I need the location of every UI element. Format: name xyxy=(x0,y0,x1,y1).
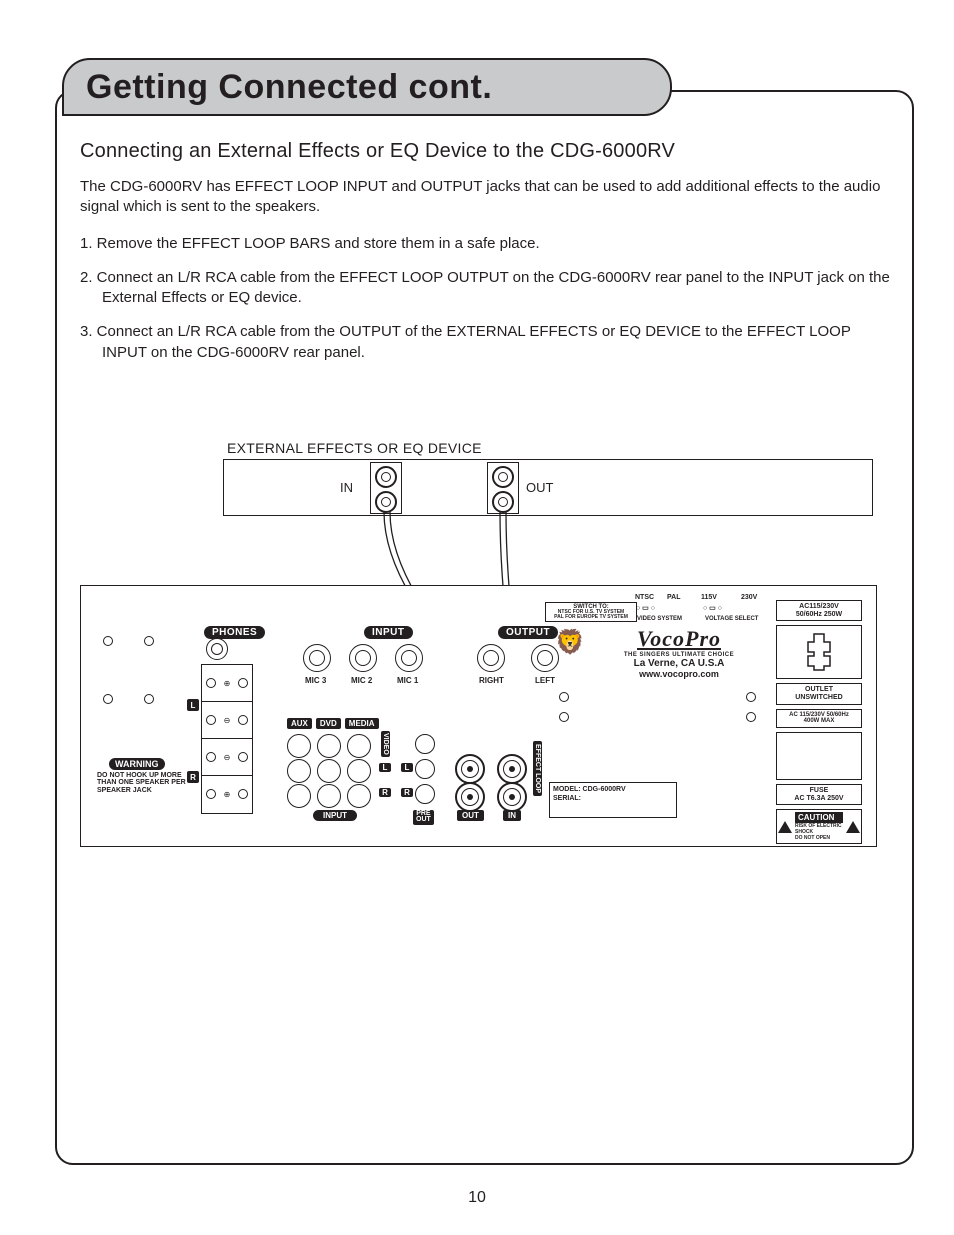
mic3-jack xyxy=(303,644,331,672)
input-tabs: AUX DVD MEDIA xyxy=(287,718,379,729)
video-vertical-label: VIDEO xyxy=(381,731,390,757)
in-label-panel: IN xyxy=(503,810,521,821)
connection-diagram: EXTERNAL EFFECTS OR EQ DEVICE IN OUT xyxy=(80,440,875,860)
mic1-jack xyxy=(395,644,423,672)
effect-loop-out-l xyxy=(455,754,485,784)
intro-paragraph: The CDG-6000RV has EFFECT LOOP INPUT and… xyxy=(80,177,894,218)
pre-out-label: PREOUT xyxy=(413,810,434,825)
section-title-tab: Getting Connected cont. xyxy=(62,58,672,116)
mic3-label: MIC 3 xyxy=(305,676,326,685)
model-serial-box: MODEL: CDG-6000RV SERIAL: xyxy=(549,782,677,818)
out-label: OUT xyxy=(457,810,484,821)
right-label: RIGHT xyxy=(479,676,504,685)
warning-text: DO NOT HOOK UP MORE THAN ONE SPEAKER PER… xyxy=(97,772,189,794)
warning-badge: WARNING xyxy=(109,758,165,770)
phones-jack xyxy=(206,638,228,660)
preout-l: L xyxy=(401,763,413,772)
preout-col xyxy=(415,734,435,754)
external-device-label: EXTERNAL EFFECTS OR EQ DEVICE xyxy=(227,440,482,456)
video-input-row xyxy=(287,734,371,758)
subheading: Connecting an External Effects or EQ Dev… xyxy=(80,140,894,163)
shock-icon xyxy=(778,821,792,833)
fuse-label: FUSE AC T6.3A 250V xyxy=(776,784,862,805)
phones-label: PHONES xyxy=(204,626,265,639)
dvd-tab: DVD xyxy=(316,718,341,729)
rear-panel: PHONES INPUT OUTPUT MIC 3 MIC 2 MIC 1 RI… xyxy=(80,585,877,847)
input-label: INPUT xyxy=(364,626,413,639)
ac-outlet xyxy=(776,625,862,679)
outlet-label: OUTLET UNSWITCHED xyxy=(776,683,862,704)
effect-loop-out-r xyxy=(455,782,485,812)
ntsc-label: NTSC xyxy=(635,594,654,601)
power-rating: AC115/230V 50/60Hz 250W xyxy=(776,600,862,621)
page-number: 10 xyxy=(0,1189,954,1207)
caution-sub: RISK OF ELECTRIC SHOCK DO NOT OPEN xyxy=(795,823,843,841)
input-bottom-label: INPUT xyxy=(313,810,357,821)
step-1: 1. Remove the EFFECT LOOP BARS and store… xyxy=(80,234,894,254)
left-label: LEFT xyxy=(535,676,555,685)
effect-loop-in-r xyxy=(497,782,527,812)
brand-address: La Verne, CA U.S.A xyxy=(579,658,779,669)
caution-row: CAUTION RISK OF ELECTRIC SHOCK DO NOT OP… xyxy=(776,809,862,844)
model-label: MODEL: CDG-6000RV xyxy=(553,785,673,794)
ext-out-jacks xyxy=(487,462,519,514)
l-input-row xyxy=(287,759,371,783)
serial-label: SERIAL: xyxy=(553,794,673,803)
voltage-select-label: VOLTAGE SELECT xyxy=(705,616,758,622)
v115-label: 115V xyxy=(701,594,717,601)
r-input-row xyxy=(287,784,371,808)
input-r-box: R xyxy=(379,788,391,797)
preout-r: R xyxy=(401,788,413,797)
v230-label: 230V xyxy=(741,594,757,601)
effect-loop-in-l xyxy=(497,754,527,784)
mic1-label: MIC 1 xyxy=(397,676,418,685)
warning-icon xyxy=(846,821,860,833)
brand-logo-block: 🦁 VocoPro THE SINGERS ULTIMATE CHOICE La… xyxy=(579,626,779,679)
pal-label: PAL xyxy=(667,594,680,601)
media-tab: MEDIA xyxy=(345,718,379,729)
step-2: 2. Connect an L/R RCA cable from the EFF… xyxy=(80,268,894,309)
output-right-jack xyxy=(477,644,505,672)
outlet-rating: AC 115/230V 50/60Hz 400W MAX xyxy=(776,709,862,728)
step-3: 3. Connect an L/R RCA cable from the OUT… xyxy=(80,322,894,363)
caution-label: CAUTION xyxy=(795,812,843,823)
mic2-jack xyxy=(349,644,377,672)
brand-logo: VocoPro xyxy=(579,626,779,652)
fuse-holder xyxy=(776,732,862,780)
section-title: Getting Connected cont. xyxy=(86,68,492,107)
right-column: AC115/230V 50/60Hz 250W OUTLET UNSWITCHE… xyxy=(776,600,862,844)
video-system-label: VIDEO SYSTEM xyxy=(637,616,682,622)
output-label: OUTPUT xyxy=(498,626,558,639)
aux-tab: AUX xyxy=(287,718,312,729)
switch-to-box: SWITCH TO: NTSC FOR U.S. TV SYSTEM PAL F… xyxy=(545,602,637,622)
mic2-label: MIC 2 xyxy=(351,676,372,685)
content-block: Connecting an External Effects or EQ Dev… xyxy=(80,132,894,377)
speaker-terminals: ⊕ ⊖ ⊖ ⊕ xyxy=(201,664,253,814)
ext-in-jacks xyxy=(370,462,402,514)
in-label: IN xyxy=(340,480,353,495)
brand-website: www.vocopro.com xyxy=(579,669,779,679)
effect-loop-label: EFFECT LOOP xyxy=(533,741,542,796)
input-l-box: L xyxy=(379,763,391,772)
out-label: OUT xyxy=(526,480,553,495)
terminal-l: L xyxy=(187,699,199,711)
